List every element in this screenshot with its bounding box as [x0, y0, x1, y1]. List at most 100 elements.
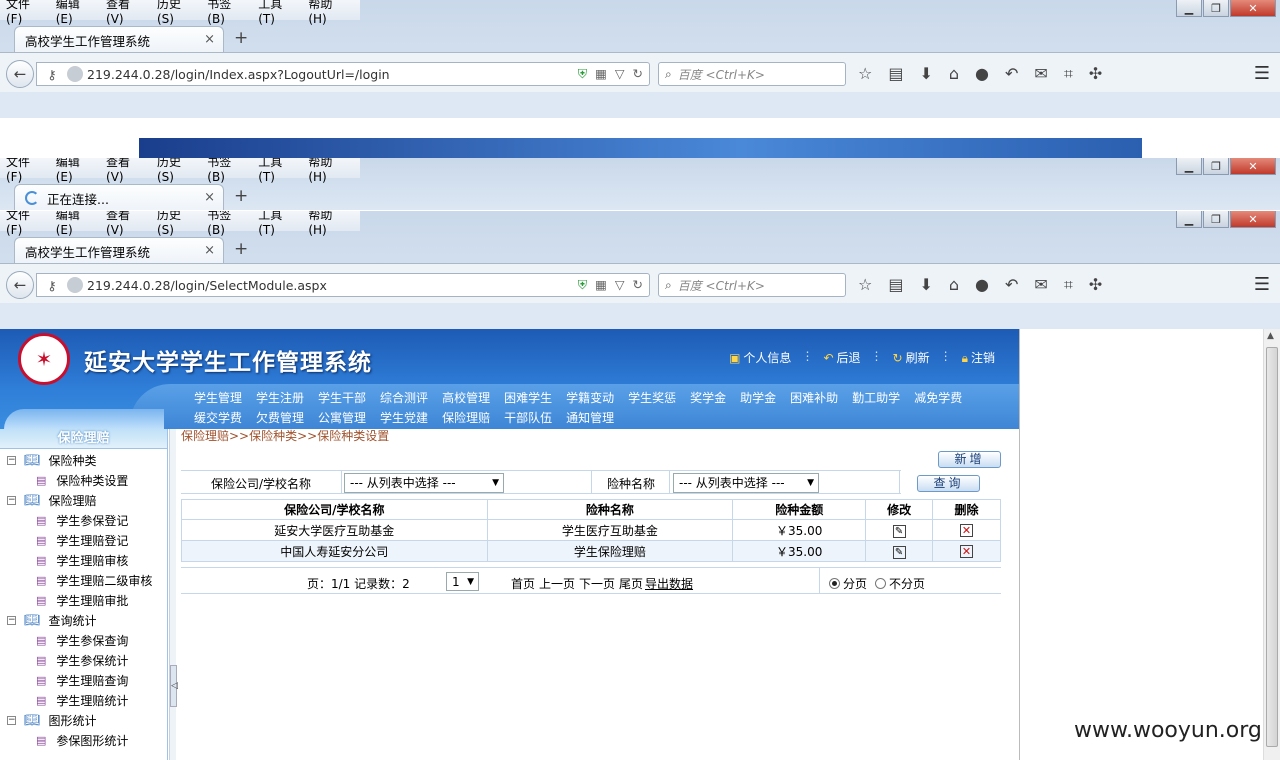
menu-tools[interactable]: 工具(T) — [258, 211, 296, 237]
home-icon[interactable]: ⌂ — [949, 275, 959, 295]
module-item[interactable]: 学生干部 — [318, 389, 366, 406]
tree-item[interactable]: ▤ 学生理赔审核 — [0, 550, 167, 570]
new-tab-icon[interactable]: + — [234, 239, 248, 259]
module-item[interactable]: 困难补助 — [790, 389, 838, 406]
close-icon[interactable]: ✕ — [1230, 0, 1276, 17]
tree-item[interactable]: ▤ 学生理赔二级审核 — [0, 570, 167, 590]
next-page-link[interactable]: 下一页 — [579, 575, 615, 592]
menu-tools[interactable]: 工具(T) — [258, 158, 296, 184]
sidebar-splitter[interactable]: ◁ — [169, 429, 178, 760]
company-select[interactable]: --- 从列表中选择 --- ▼ — [344, 473, 504, 493]
add-button[interactable]: 新增 — [938, 451, 1001, 468]
menu-file[interactable]: 文件(F) — [6, 158, 44, 184]
module-item[interactable]: 干部队伍 — [504, 409, 552, 426]
module-item[interactable]: 高校管理 — [442, 389, 490, 406]
minimize-icon[interactable]: ▁ — [1176, 158, 1202, 175]
delete-icon[interactable]: ✕ — [960, 524, 974, 537]
close-icon[interactable]: ✕ — [1230, 211, 1276, 228]
new-tab-icon[interactable]: + — [234, 186, 248, 206]
new-tab-icon[interactable]: + — [234, 28, 248, 48]
close-tab-icon[interactable]: × — [204, 243, 215, 258]
minimize-icon[interactable]: ▁ — [1176, 211, 1202, 228]
restore-icon[interactable]: ❐ — [1203, 0, 1229, 17]
menu-edit[interactable]: 编辑(E) — [56, 0, 94, 26]
chat-icon[interactable]: ● — [975, 64, 989, 84]
module-item[interactable]: 学籍变动 — [566, 389, 614, 406]
star-icon[interactable]: ☆ — [858, 64, 872, 84]
export-link[interactable]: 导出数据 — [645, 575, 693, 592]
edit-icon[interactable]: ✎ — [892, 524, 906, 538]
addon-icon[interactable]: ✣ — [1089, 275, 1102, 295]
shield-icon[interactable]: ⛨ — [578, 277, 587, 293]
menu-file[interactable]: 文件(F) — [6, 211, 44, 237]
menu-bookmarks[interactable]: 书签(B) — [207, 0, 246, 26]
crop-icon[interactable]: ⌗ — [1064, 275, 1073, 295]
paged-radio[interactable]: 分页 — [829, 575, 867, 592]
restore-icon[interactable]: ❐ — [1203, 158, 1229, 175]
menu-bookmarks[interactable]: 书签(B) — [207, 158, 246, 184]
dropdown-icon[interactable]: ▽ — [615, 66, 625, 82]
scroll-thumb[interactable] — [1266, 347, 1278, 747]
addon-icon[interactable]: ✣ — [1089, 64, 1102, 84]
insurance-select[interactable]: --- 从列表中选择 --- ▼ — [673, 473, 819, 493]
shield-icon[interactable]: ⛨ — [578, 66, 587, 82]
scrollbar[interactable]: ▲ — [1263, 329, 1280, 760]
menu-help[interactable]: 帮助(H) — [308, 211, 348, 237]
tree-item[interactable]: ▤ 学生理赔查询 — [0, 670, 167, 690]
download-icon[interactable]: ⬇ — [919, 275, 932, 295]
query-button[interactable]: 查询 — [917, 475, 980, 492]
tree-item[interactable]: ▤ 保险种类设置 — [0, 470, 167, 490]
tab-loading[interactable]: 正在连接... × — [14, 184, 224, 210]
menu-bookmarks[interactable]: 书签(B) — [207, 211, 246, 237]
collapse-arrow-icon[interactable]: ◁ — [170, 665, 178, 707]
first-page-link[interactable]: 首页 — [511, 575, 535, 592]
module-item[interactable]: 通知管理 — [566, 409, 614, 426]
menu-view[interactable]: 查看(V) — [106, 0, 145, 26]
module-item[interactable]: 缓交学费 — [194, 409, 242, 426]
reader-icon[interactable]: ▤ — [888, 275, 903, 295]
last-page-link[interactable]: 尾页 — [619, 575, 643, 592]
url-bar[interactable]: ⚷ 219.244.0.28/login/Index.aspx?LogoutUr… — [36, 62, 650, 86]
module-item[interactable]: 学生党建 — [380, 409, 428, 426]
menu-history[interactable]: 历史(S) — [157, 0, 195, 26]
menu-edit[interactable]: 编辑(E) — [56, 211, 94, 237]
tree-item[interactable]: ▤ 参保图形统计 — [0, 730, 167, 750]
reader-icon[interactable]: ▤ — [888, 64, 903, 84]
search-input[interactable]: ⌕ 百度 <Ctrl+K> — [658, 273, 846, 297]
search-input[interactable]: ⌕ 百度 <Ctrl+K> — [658, 62, 846, 86]
download-icon[interactable]: ⬇ — [919, 64, 932, 84]
collapse-icon[interactable]: − — [7, 615, 16, 625]
tab-active[interactable]: 高校学生工作管理系统 × — [14, 26, 224, 53]
unpaged-radio[interactable]: 不分页 — [875, 575, 925, 592]
module-item[interactable]: 困难学生 — [504, 389, 552, 406]
back-arrow-icon[interactable]: ← — [6, 271, 34, 299]
back-arrow-icon[interactable]: ← — [6, 60, 34, 88]
page-select[interactable]: 1 ▼ — [446, 572, 479, 591]
collapse-icon[interactable]: − — [7, 495, 16, 505]
profile-link[interactable]: ▣ 个人信息 — [729, 349, 791, 366]
module-item[interactable]: 欠费管理 — [256, 409, 304, 426]
menu-help[interactable]: 帮助(H) — [308, 158, 348, 184]
module-item[interactable]: 勤工助学 — [852, 389, 900, 406]
undo-icon[interactable]: ↶ — [1005, 275, 1018, 295]
collapse-icon[interactable]: − — [7, 715, 16, 725]
tree-item[interactable]: ▤ 学生参保查询 — [0, 630, 167, 650]
module-item[interactable]: 综合测评 — [380, 389, 428, 406]
tab-active[interactable]: 高校学生工作管理系统 × — [14, 237, 224, 264]
menu-icon[interactable]: ☰ — [1254, 274, 1270, 295]
module-item[interactable]: 学生管理 — [194, 389, 242, 406]
module-item[interactable]: 学生注册 — [256, 389, 304, 406]
tree-group[interactable]: − 📖︎ 查询统计 — [0, 610, 167, 630]
delete-icon[interactable]: ✕ — [960, 545, 974, 558]
tree-item[interactable]: ▤ 学生理赔登记 — [0, 530, 167, 550]
comment-icon[interactable]: ✉ — [1034, 275, 1047, 295]
restore-icon[interactable]: ❐ — [1203, 211, 1229, 228]
minimize-icon[interactable]: ▁ — [1176, 0, 1202, 17]
logout-link[interactable]: 🔒︎ 注销 — [962, 349, 995, 366]
qr-icon[interactable]: ▦ — [595, 66, 607, 82]
tree-item[interactable]: ▤ 学生理赔统计 — [0, 690, 167, 710]
url-bar[interactable]: ⚷ 219.244.0.28/login/SelectModule.aspx ⛨… — [36, 273, 650, 297]
module-item[interactable]: 公寓管理 — [318, 409, 366, 426]
undo-icon[interactable]: ↶ — [1005, 64, 1018, 84]
module-item[interactable]: 保险理赔 — [442, 409, 490, 426]
